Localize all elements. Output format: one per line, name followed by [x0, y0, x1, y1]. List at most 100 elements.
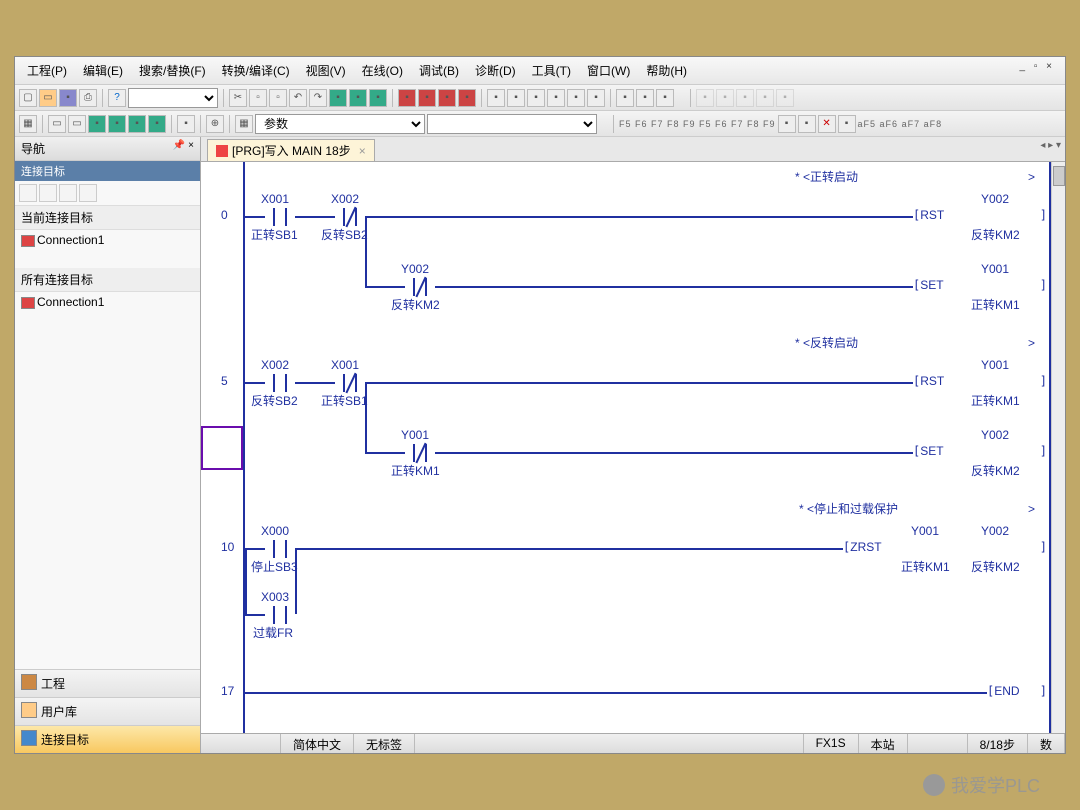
nav-ic-3[interactable]	[59, 184, 77, 202]
contact-x002-nc[interactable]	[335, 208, 365, 226]
t2-l[interactable]: ▪	[798, 115, 816, 133]
t2-a[interactable]: ▦	[19, 115, 37, 133]
nav-ic-1[interactable]	[19, 184, 37, 202]
contact-y001-desc: 正转KM1	[391, 462, 440, 479]
t2-g[interactable]: ▪	[148, 115, 166, 133]
contact-x003[interactable]	[265, 606, 295, 624]
menu-find[interactable]: 搜索/替换(F)	[133, 60, 212, 81]
t2-c[interactable]: ▭	[68, 115, 86, 133]
coil-set-y001[interactable]: [SET	[913, 278, 944, 292]
tab-close-icon[interactable]: ×	[359, 144, 366, 158]
menu-edit[interactable]: 编辑(E)	[77, 60, 129, 81]
pin-icon[interactable]: 📌 ×	[173, 140, 194, 151]
tab-nav[interactable]: ◂ ▸ ▾	[1040, 140, 1061, 151]
nav-ic-2[interactable]	[39, 184, 57, 202]
help-icon[interactable]: ?	[108, 89, 126, 107]
ladder-editor[interactable]: * <正转启动> 0 X001 正转SB1 X002 反转SB2 [RST Y0…	[201, 162, 1065, 733]
tb-q[interactable]: ▪	[696, 89, 714, 107]
contact-y001-nc[interactable]	[405, 444, 435, 462]
ladder-cursor[interactable]	[201, 426, 243, 470]
nav-userlib[interactable]: 用户库	[15, 697, 200, 725]
t2-i[interactable]: ⊕	[206, 115, 224, 133]
save-icon[interactable]: ▪	[59, 89, 77, 107]
nav-connection-target[interactable]: 连接目标	[15, 725, 200, 753]
menu-window[interactable]: 窗口(W)	[581, 60, 636, 81]
open-icon[interactable]: ▭	[39, 89, 57, 107]
combo-1[interactable]	[128, 88, 218, 108]
undo-icon[interactable]: ↶	[289, 89, 307, 107]
tb-b[interactable]: ▪	[349, 89, 367, 107]
new-icon[interactable]: ▢	[19, 89, 37, 107]
t2-k[interactable]: ▪	[778, 115, 796, 133]
tb-t[interactable]: ▪	[756, 89, 774, 107]
tb-u[interactable]: ▪	[776, 89, 794, 107]
coil-set-y002[interactable]: [SET	[913, 444, 944, 458]
tb-o[interactable]: ▪	[636, 89, 654, 107]
tb-d[interactable]: ▪	[398, 89, 416, 107]
tb-m[interactable]: ▪	[587, 89, 605, 107]
tb-r[interactable]: ▪	[716, 89, 734, 107]
tb-c[interactable]: ▪	[369, 89, 387, 107]
tb-a[interactable]: ▪	[329, 89, 347, 107]
tb-j[interactable]: ▪	[527, 89, 545, 107]
t2-m[interactable]: ✕	[818, 115, 836, 133]
menu-online[interactable]: 在线(O)	[356, 60, 409, 81]
t2-h[interactable]: ▪	[177, 115, 195, 133]
window-controls[interactable]: _ ▫ ×	[1013, 59, 1061, 74]
coil-rst-y001[interactable]: [RST	[913, 374, 944, 388]
nav-ic-4[interactable]	[79, 184, 97, 202]
tb-f[interactable]: ▪	[438, 89, 456, 107]
t2-n[interactable]: ▪	[838, 115, 856, 133]
status-tag: 无标签	[354, 734, 415, 753]
vertical-scrollbar[interactable]	[1051, 162, 1065, 733]
status-station: 本站	[859, 734, 908, 753]
nav-sect-all: 所有连接目标	[15, 268, 200, 292]
t2-f[interactable]: ▪	[128, 115, 146, 133]
tab-main-program[interactable]: [PRG]写入 MAIN 18步 ×	[207, 139, 375, 161]
contact-x001[interactable]	[265, 208, 295, 226]
tb-h[interactable]: ▪	[487, 89, 505, 107]
menu-tools[interactable]: 工具(T)	[526, 60, 577, 81]
tb-i[interactable]: ▪	[507, 89, 525, 107]
contact-y002-nc[interactable]	[405, 278, 435, 296]
tb-n[interactable]: ▪	[616, 89, 634, 107]
menu-help[interactable]: 帮助(H)	[640, 60, 693, 81]
contact-y002-desc: 反转KM2	[391, 296, 440, 313]
menu-project[interactable]: 工程(P)	[21, 60, 73, 81]
redo-icon[interactable]: ↷	[309, 89, 327, 107]
menu-diagnose[interactable]: 诊断(D)	[469, 60, 522, 81]
tb-p[interactable]: ▪	[656, 89, 674, 107]
nav-connection-2[interactable]: Connection1	[15, 292, 200, 312]
tb-l[interactable]: ▪	[567, 89, 585, 107]
print-icon[interactable]: ⎙	[79, 89, 97, 107]
menu-compile[interactable]: 转换/编译(C)	[216, 60, 296, 81]
nav-connection-1[interactable]: Connection1	[15, 230, 200, 250]
combo-3[interactable]	[427, 114, 597, 134]
t2-j[interactable]: ▦	[235, 115, 253, 133]
nav-project[interactable]: 工程	[15, 669, 200, 697]
paste-icon[interactable]: ▫	[269, 89, 287, 107]
menu-view[interactable]: 视图(V)	[300, 60, 352, 81]
contact-x002[interactable]	[265, 374, 295, 392]
contact-x001b-label: X001	[331, 358, 359, 372]
coil-y002-label: Y002	[981, 192, 1009, 206]
tab-label: [PRG]写入 MAIN 18步	[232, 142, 351, 159]
copy-icon[interactable]: ▫	[249, 89, 267, 107]
t2-d[interactable]: ▪	[88, 115, 106, 133]
tb-k[interactable]: ▪	[547, 89, 565, 107]
contact-x000[interactable]	[265, 540, 295, 558]
cut-icon[interactable]: ✂	[229, 89, 247, 107]
t2-b[interactable]: ▭	[48, 115, 66, 133]
combo-param[interactable]: 参数	[255, 114, 425, 134]
coil-rst-y002[interactable]: [RST	[913, 208, 944, 222]
tb-e[interactable]: ▪	[418, 89, 436, 107]
tb-g[interactable]: ▪	[458, 89, 476, 107]
tb-s[interactable]: ▪	[736, 89, 754, 107]
contact-x001-nc[interactable]	[335, 374, 365, 392]
coil-bracket-4: ]	[1040, 540, 1047, 554]
coil-bracket-5: ]	[1040, 684, 1047, 698]
coil-zrst[interactable]: [ZRST	[843, 540, 882, 554]
scrollbar-thumb[interactable]	[1053, 166, 1065, 186]
menu-debug[interactable]: 调试(B)	[413, 60, 465, 81]
t2-e[interactable]: ▪	[108, 115, 126, 133]
